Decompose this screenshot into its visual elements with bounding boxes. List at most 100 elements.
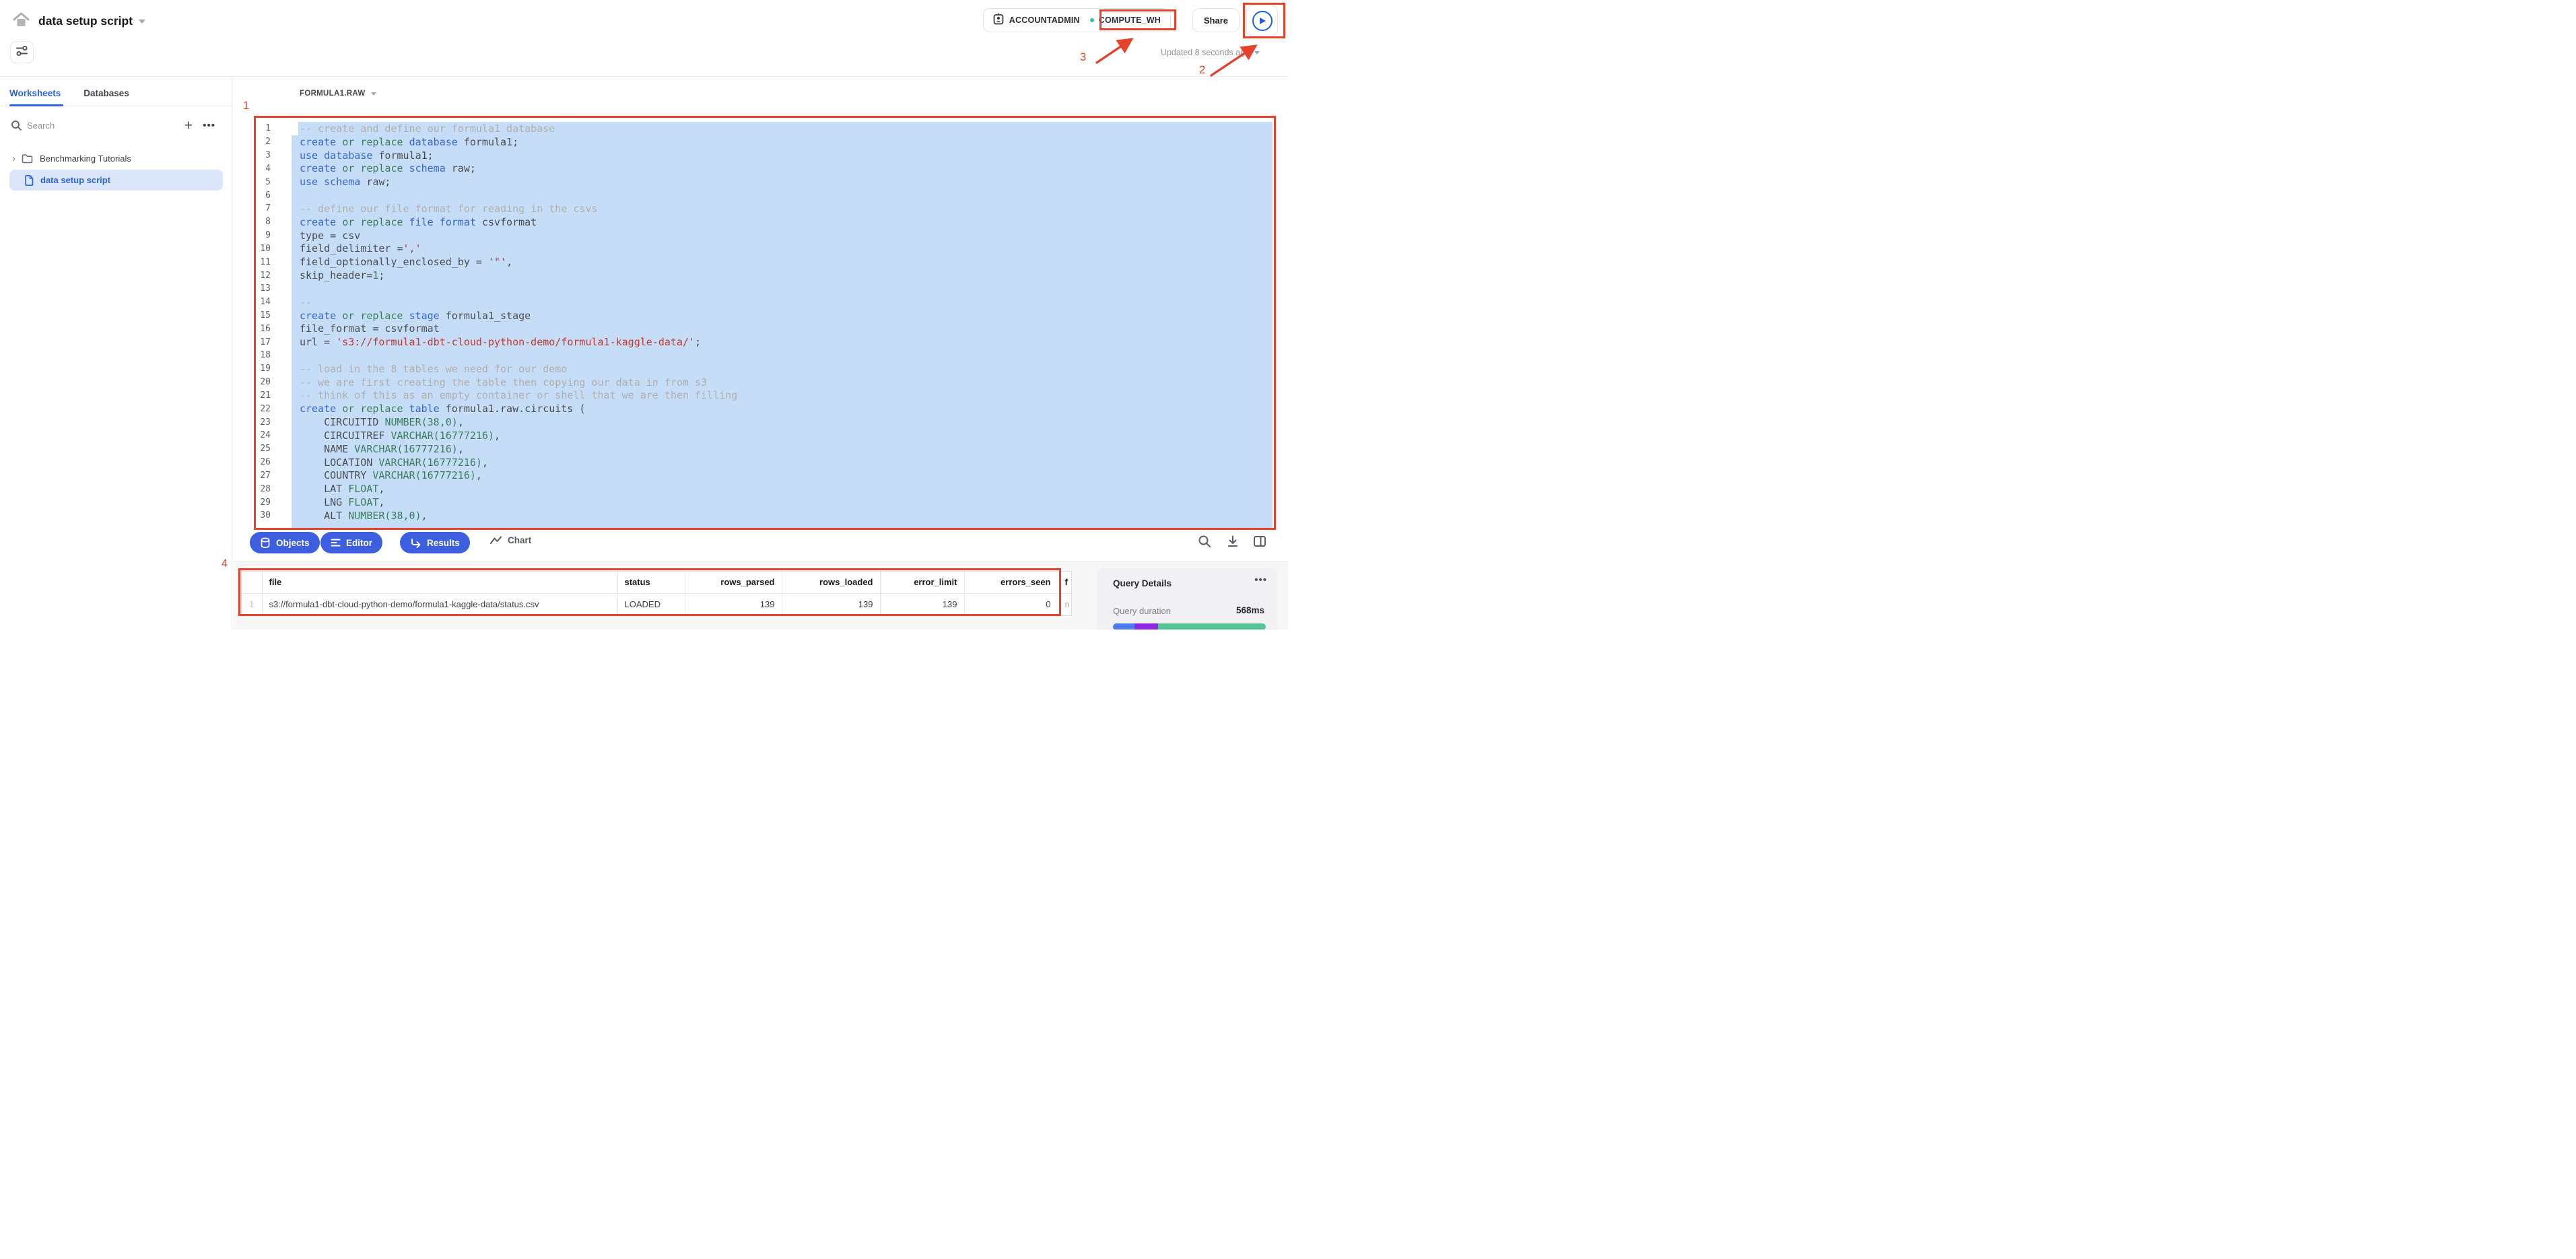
code-line[interactable]: 27 COUNTRY VARCHAR(16777216), [254,469,1273,483]
sidebar-item-folder[interactable]: › Benchmarking Tutorials [0,149,232,168]
role-label: ACCOUNTADMIN [1009,15,1080,25]
header-cell: file [262,572,617,593]
filters-button[interactable] [10,41,34,63]
updated-dropdown[interactable]: Updated 8 seconds ago [1161,48,1260,57]
line-number: 26 [254,457,271,467]
code-line[interactable]: 4create or replace schema raw; [254,162,1273,175]
search-icon [11,120,22,135]
tab-databases[interactable]: Databases [83,88,129,98]
worksheet-title-dropdown[interactable]: data setup script [38,14,145,28]
code-line[interactable]: 20-- we are first creating the table the… [254,376,1273,389]
line-number: 17 [254,337,271,347]
context-selector[interactable]: ACCOUNTADMIN COMPUTE_WH [983,8,1171,32]
code-line[interactable]: 19-- load in the 8 tables we need for ou… [254,362,1273,376]
button-label: Objects [276,538,310,548]
line-number: 1 [254,123,271,133]
line-chart-icon [489,535,502,545]
code-line[interactable]: 12skip_header=1; [254,269,1273,282]
selected-code-highlight: NAME VARCHAR(16777216), [292,442,1273,456]
new-worksheet-button[interactable]: + [184,117,193,135]
line-number: 23 [254,417,271,428]
code-line[interactable]: 9type = csv [254,229,1273,242]
selected-code-highlight: -- think of this as an empty container o… [292,389,1273,403]
code-line[interactable]: 14-- [254,296,1273,309]
line-number: 12 [254,271,271,281]
role-selector[interactable]: ACCOUNTADMIN [993,13,1080,28]
tab-worksheets[interactable]: Worksheets [9,88,61,98]
warehouse-selector[interactable]: COMPUTE_WH [1090,15,1161,25]
code-line[interactable]: 24 CIRCUITREF VARCHAR(16777216), [254,429,1273,442]
run-button[interactable] [1246,5,1278,36]
sql-editor[interactable]: 1 -- create and define our formula1 datab… [254,122,1273,528]
download-icon [1226,535,1240,551]
download-results-button[interactable] [1224,534,1242,551]
results-toggle-button[interactable]: Results [400,532,470,553]
table-cell: 0 [964,593,1058,615]
search-input[interactable]: Search [27,121,55,131]
code-line[interactable]: 10field_delimiter =',' [254,242,1273,255]
code-line[interactable]: 8create or replace file format csvformat [254,215,1273,229]
code-line[interactable]: 21-- think of this as an empty container… [254,389,1273,403]
home-button[interactable] [7,8,35,35]
selected-code-highlight: CIRCUITID NUMBER(38,0), [292,415,1273,429]
code-line[interactable]: 29 LNG FLOAT, [254,496,1273,509]
code-line[interactable]: 16file_format = csvformat [254,322,1273,335]
code-line[interactable]: 7-- define our file format for reading i… [254,202,1273,215]
document-icon [24,175,34,186]
selected-code-highlight: field_optionally_enclosed_by = '"', [292,255,1273,269]
header-cell [242,572,262,593]
table-cell: LOADED [617,593,685,615]
query-duration-bar [1113,623,1266,630]
selected-code-highlight: url = 's3://formula1-dbt-cloud-python-de… [292,335,1273,349]
folder-icon [22,154,33,164]
chart-toggle[interactable]: Chart [489,535,531,545]
selected-code-highlight: type = csv [292,229,1273,242]
code-line[interactable]: 5use schema raw; [254,175,1273,189]
selected-code-highlight: use database formula1; [292,149,1273,162]
share-button[interactable]: Share [1192,8,1240,32]
selected-code-highlight: file_format = csvformat [292,322,1273,335]
query-details-more-button[interactable]: ••• [1254,574,1267,586]
sidebar-more-button[interactable]: ••• [203,117,215,135]
selected-code-highlight: create or replace file format csvformat [292,215,1273,229]
split-view-button[interactable] [1251,534,1268,551]
chevron-right-icon: › [12,154,15,164]
code-line[interactable]: 28 LAT FLOAT, [254,482,1273,496]
selected-code-highlight: -- create and define our formula1 databa… [298,122,1273,135]
code-line[interactable]: 30 ALT NUMBER(38,0), [254,509,1273,522]
line-number: 14 [254,297,271,307]
table-row[interactable]: 1s3://formula1-dbt-cloud-python-demo/for… [242,593,1072,615]
duration-bar-segment [1113,623,1134,630]
editor-context-dropdown[interactable]: FORMULA1.RAW [300,90,376,98]
table-cell: 139 [782,593,880,615]
code-line[interactable]: 3use database formula1; [254,149,1273,162]
code-line[interactable]: 1 -- create and define our formula1 datab… [254,122,1273,135]
objects-toggle-button[interactable]: Objects [250,532,320,553]
sidebar-item-worksheet-selected[interactable]: data setup script [9,170,223,191]
code-line[interactable]: 17 url = 's3://formula1-dbt-cloud-python-… [254,335,1273,349]
search-results-button[interactable] [1196,534,1213,551]
chart-label: Chart [508,535,531,545]
selected-code-highlight: create or replace stage formula1_stage [292,309,1273,322]
header-cell: rows_parsed [685,572,782,593]
editor-toggle-button[interactable]: Editor [320,532,382,553]
line-number: 27 [254,471,271,481]
code-line[interactable]: 11field_optionally_enclosed_by = '"', [254,255,1273,269]
code-line[interactable]: 22create or replace table formula1.raw.c… [254,402,1273,415]
selected-code-highlight: ALT NUMBER(38,0), [292,509,1273,522]
code-line[interactable]: 15create or replace stage formula1_stage [254,309,1273,322]
play-icon [1252,11,1273,31]
code-line[interactable]: 25 NAME VARCHAR(16777216), [254,442,1273,456]
code-line[interactable]: 26 LOCATION VARCHAR(16777216), [254,456,1273,469]
selected-code-highlight: -- define our file format for reading in… [292,202,1273,215]
code-line[interactable]: 18 [254,349,1273,362]
code-line[interactable]: 2create or replace database formula1; [254,135,1273,149]
sidebar: Worksheets Databases Search + ••• › [0,77,232,630]
line-number: 18 [254,350,271,360]
code-line[interactable]: 6 [254,189,1273,202]
selected-code-highlight: create or replace table formula1.raw.cir… [292,402,1273,415]
code-line[interactable]: 13 [254,282,1273,296]
selected-code-highlight: create or replace database formula1; [292,135,1273,149]
button-label: Editor [346,538,372,548]
code-line[interactable]: 23 CIRCUITID NUMBER(38,0), [254,415,1273,429]
